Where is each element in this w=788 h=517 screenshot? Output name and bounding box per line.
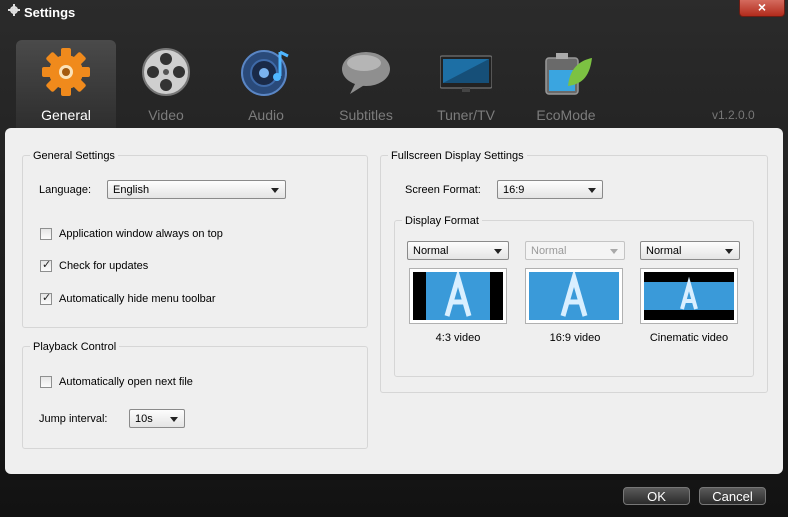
film-reel-icon xyxy=(142,48,190,96)
language-label: Language: xyxy=(39,184,91,196)
tab-label: General xyxy=(41,107,91,123)
ok-button-label: OK xyxy=(647,489,666,504)
playback-control-group xyxy=(22,346,368,449)
chevron-down-icon xyxy=(610,249,618,254)
preview-4-3-thumbnail xyxy=(409,268,507,324)
chevron-down-icon xyxy=(588,188,596,193)
tab-general[interactable]: General xyxy=(16,40,116,128)
language-select[interactable]: English xyxy=(107,180,286,199)
chevron-down-icon xyxy=(494,249,502,254)
tab-label: Tuner/TV xyxy=(437,107,495,123)
always-on-top-checkbox[interactable] xyxy=(40,228,52,240)
fullscreen-settings-title: Fullscreen Display Settings xyxy=(388,150,527,162)
cancel-button[interactable]: Cancel xyxy=(699,487,766,505)
tab-label: Video xyxy=(148,107,184,123)
version-label: v1.2.0.0 xyxy=(712,108,755,122)
auto-next-checkbox[interactable] xyxy=(40,376,52,388)
settings-window: Settings × General Video Audio Subtitles… xyxy=(0,0,788,517)
general-settings-title: General Settings xyxy=(30,150,118,162)
checkmark-icon: ✓ xyxy=(42,292,52,304)
screen-format-label: Screen Format: xyxy=(405,184,481,196)
gear-icon xyxy=(42,48,90,96)
tab-label: Audio xyxy=(248,107,284,123)
format-16-9-value: Normal xyxy=(531,245,567,257)
tab-subtitles[interactable]: Subtitles xyxy=(316,40,416,128)
tab-video[interactable]: Video xyxy=(116,40,216,128)
chevron-down-icon xyxy=(271,188,279,193)
check-updates-checkbox[interactable]: ✓ xyxy=(40,259,52,272)
speech-bubble-icon xyxy=(342,52,390,94)
tab-audio[interactable]: Audio xyxy=(216,40,316,128)
tv-monitor-icon xyxy=(440,55,492,92)
checkmark-icon: ✓ xyxy=(42,259,52,271)
preview-4-3-image xyxy=(413,272,503,320)
screen-format-select[interactable]: 16:9 xyxy=(497,180,603,199)
always-on-top-label: Application window always on top xyxy=(59,228,223,240)
preview-16-9-image xyxy=(529,272,619,320)
format-4-3-value: Normal xyxy=(413,245,449,257)
close-icon: × xyxy=(757,0,767,15)
speaker-music-icon xyxy=(241,50,289,96)
preview-16-9-thumbnail xyxy=(525,268,623,324)
cancel-button-label: Cancel xyxy=(712,489,753,504)
screen-format-value: 16:9 xyxy=(503,184,525,196)
auto-next-label: Automatically open next file xyxy=(59,376,193,388)
preview-cinematic-thumbnail xyxy=(640,268,738,324)
tab-label: EcoMode xyxy=(536,107,596,123)
chevron-down-icon xyxy=(725,249,733,254)
tab-tuner-tv[interactable]: Tuner/TV xyxy=(416,40,516,128)
playback-control-title: Playback Control xyxy=(30,341,120,353)
chevron-down-icon xyxy=(170,417,178,422)
close-button[interactable]: × xyxy=(739,0,785,17)
preview-cinematic-image xyxy=(644,272,734,320)
format-cinematic-value: Normal xyxy=(646,245,682,257)
caption-16-9: 16:9 video xyxy=(549,332,601,344)
title-bar[interactable]: Settings × xyxy=(0,0,788,24)
battery-leaf-icon xyxy=(545,53,592,95)
hide-toolbar-label: Automatically hide menu toolbar xyxy=(59,293,216,305)
format-4-3-select[interactable]: Normal xyxy=(407,241,509,260)
window-title: Settings xyxy=(24,5,76,20)
tab-ecomode[interactable]: EcoMode xyxy=(516,40,616,128)
settings-panel: General Settings Language: English Appli… xyxy=(5,128,783,474)
hide-toolbar-checkbox[interactable]: ✓ xyxy=(40,292,52,305)
settings-gear-icon xyxy=(8,4,20,16)
display-format-title: Display Format xyxy=(402,215,482,227)
jump-interval-select[interactable]: 10s xyxy=(129,409,185,428)
check-updates-label: Check for updates xyxy=(59,260,149,272)
ok-button[interactable]: OK xyxy=(623,487,690,505)
language-value: English xyxy=(113,184,150,196)
tab-label: Subtitles xyxy=(339,107,393,123)
jump-interval-value: 10s xyxy=(135,413,153,425)
format-16-9-select: Normal xyxy=(525,241,625,260)
caption-cinematic: Cinematic video xyxy=(649,332,729,344)
jump-interval-label: Jump interval: xyxy=(39,413,108,425)
format-cinematic-select[interactable]: Normal xyxy=(640,241,740,260)
caption-4-3: 4:3 video xyxy=(435,332,481,344)
